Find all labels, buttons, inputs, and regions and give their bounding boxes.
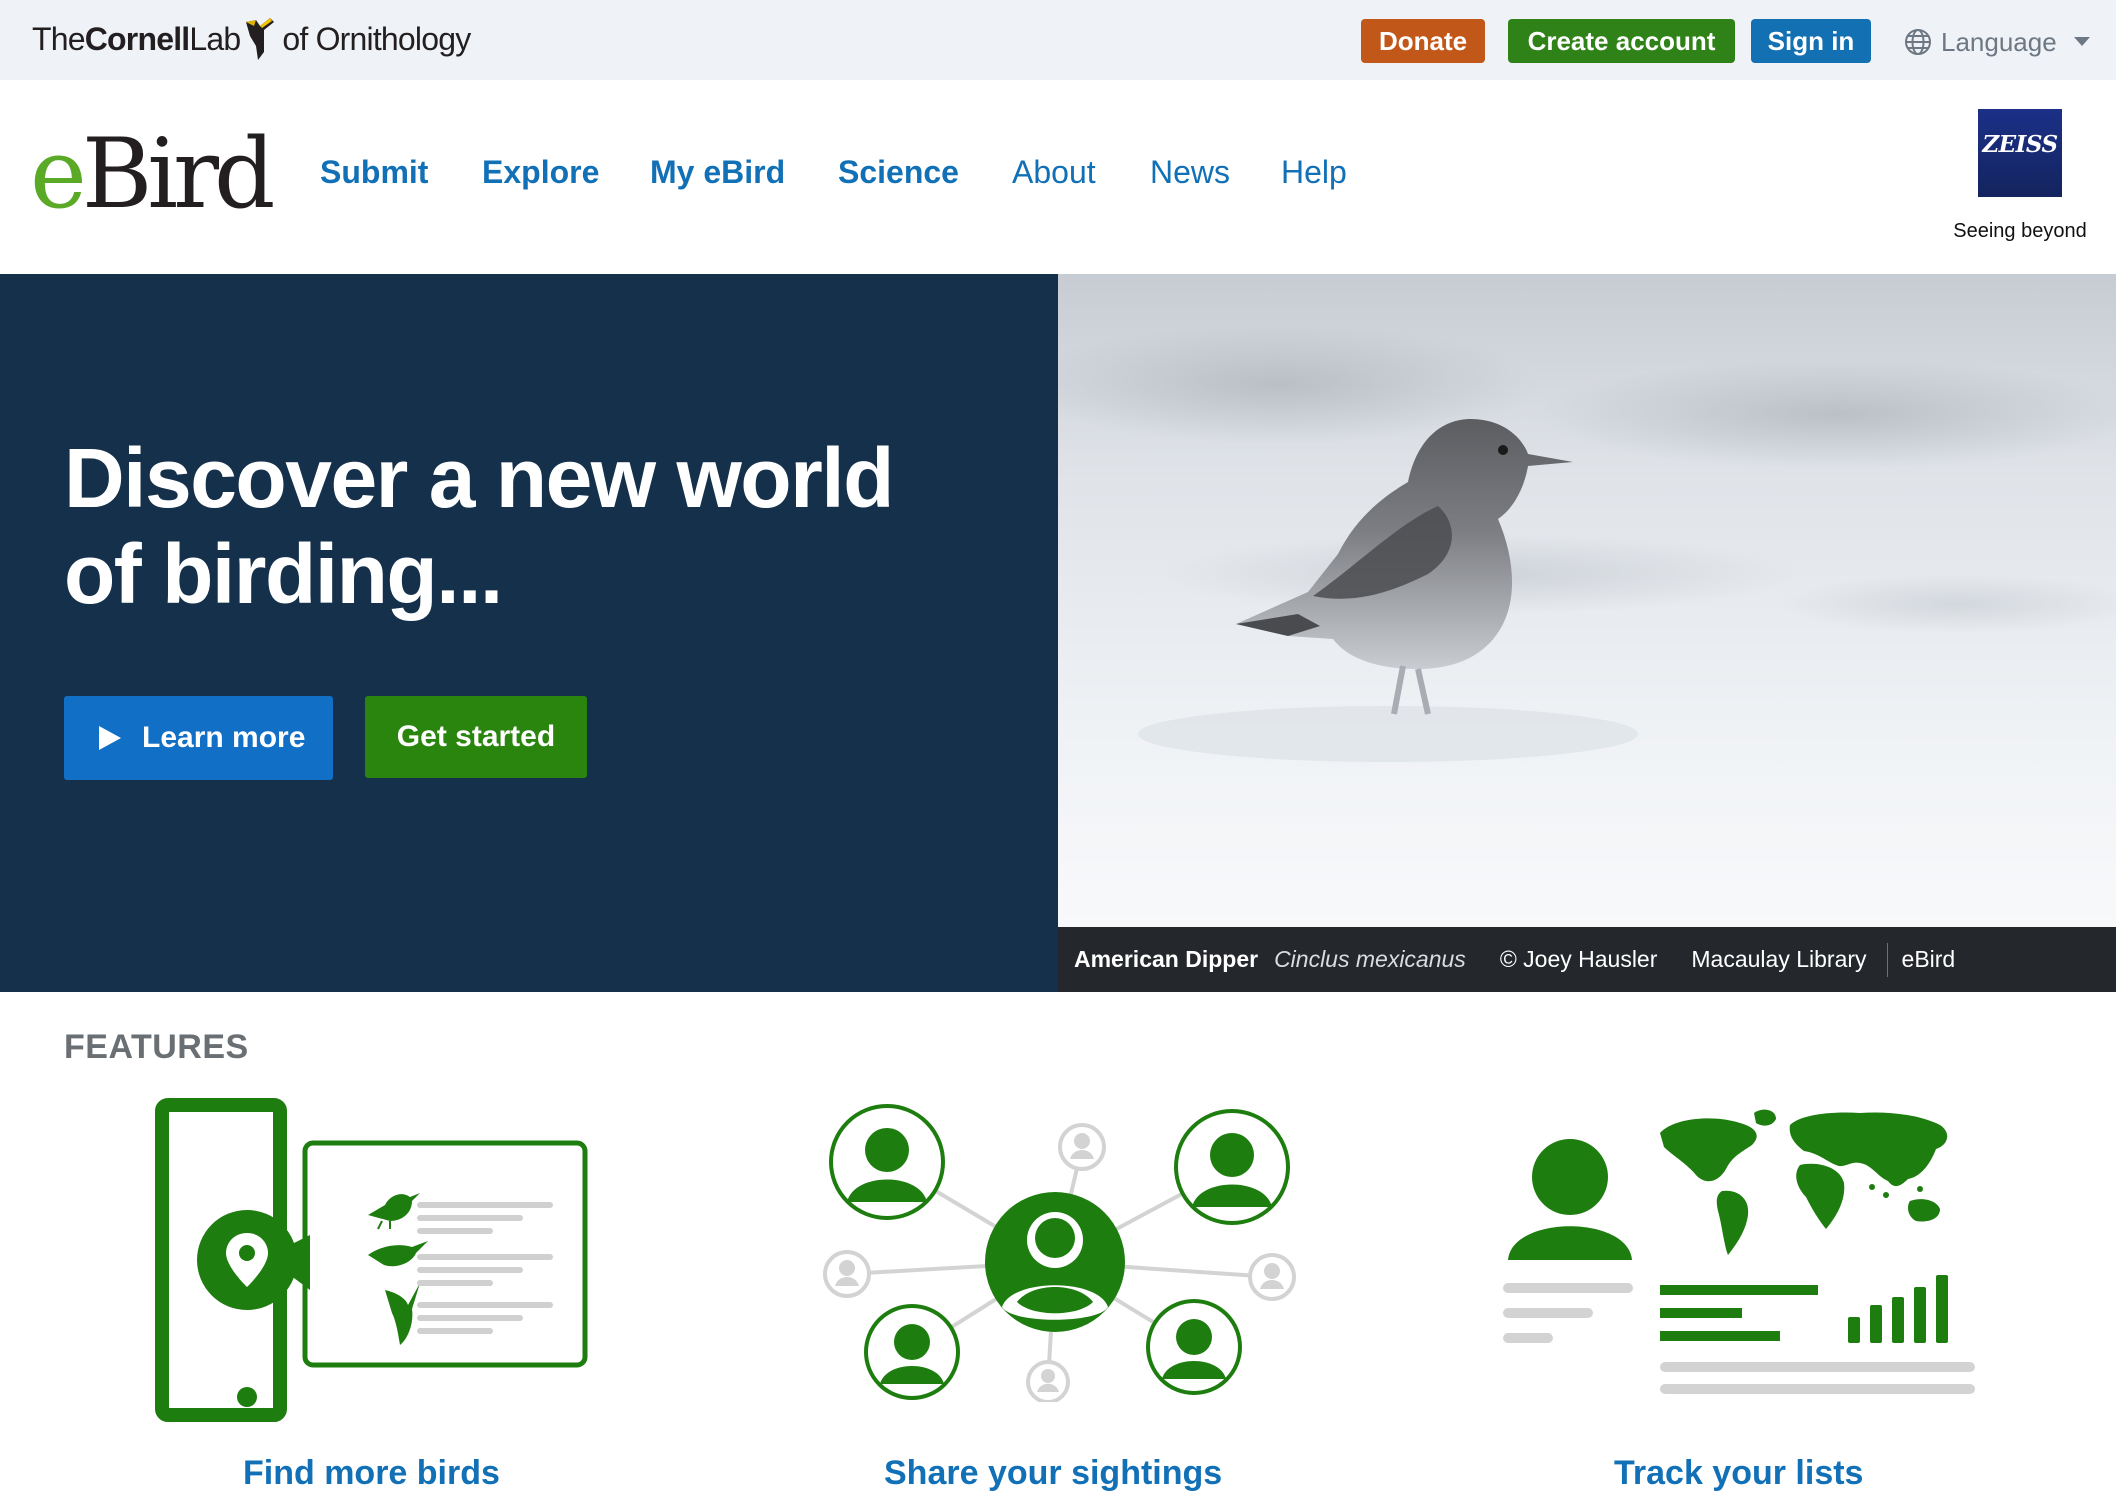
cornell-lab-logo[interactable]: The Cornell Lab of Ornithology (32, 14, 471, 64)
nav-science[interactable]: Science (838, 156, 959, 188)
caption-common-name[interactable]: American Dipper (1074, 946, 1258, 973)
caption-credit: © Joey Hausler (1499, 946, 1658, 972)
zeiss-tagline: Seeing beyond (1953, 220, 2087, 242)
user-icon (1174, 1109, 1290, 1225)
create-account-button[interactable]: Create account (1508, 19, 1735, 63)
site-header: eBird Submit Explore My eBird Science Ab… (0, 80, 2116, 274)
learn-more-button[interactable]: Learn more (64, 696, 333, 780)
nav-submit[interactable]: Submit (320, 156, 428, 188)
feature-track-lists-link[interactable]: Track your lists (1614, 1454, 1863, 1493)
caption-library[interactable]: Macaulay Library (1691, 946, 1866, 973)
chevron-down-icon (2073, 37, 2090, 46)
ebird-logo-e: e (30, 118, 87, 230)
features-heading: FEATURES (64, 1028, 249, 1066)
hero-panel: Discover a new world of birding... Learn… (0, 274, 1058, 992)
user-icon (1508, 1139, 1632, 1260)
location-pin-icon (197, 1210, 310, 1310)
logo-text-lab: Lab (189, 20, 241, 57)
feature-find-birds-link[interactable]: Find more birds (243, 1454, 500, 1493)
utility-bar: The Cornell Lab of Ornithology Donate Crea… (0, 0, 2116, 80)
cornell-bird-icon (246, 18, 275, 60)
logo-text-of-ornithology: of Ornithology (282, 20, 471, 57)
sign-in-button[interactable]: Sign in (1751, 19, 1871, 63)
nav-news[interactable]: News (1150, 156, 1230, 188)
play-icon (99, 726, 121, 750)
caption-divider (1886, 942, 1888, 977)
logo-text-the: The (32, 20, 86, 57)
nav-help[interactable]: Help (1281, 156, 1347, 188)
language-label: Language (1941, 26, 2057, 57)
logo-text-cornell: Cornell (84, 20, 190, 57)
share-sightings-illustration (823, 1104, 1296, 1402)
hero-title: Discover a new world of birding... (64, 431, 894, 621)
zeiss-logo[interactable]: ZEISS (1978, 109, 2062, 197)
caption-scientific-name: Cinclus mexicanus (1274, 946, 1466, 972)
user-icon (1146, 1299, 1242, 1395)
hero-photo (1058, 274, 2116, 927)
american-dipper-photo (1058, 324, 2116, 762)
user-icon (829, 1104, 945, 1220)
feature-share-sightings-link[interactable]: Share your sightings (884, 1454, 1222, 1493)
language-selector[interactable]: Language (1903, 22, 2099, 62)
bar-chart-icon (1848, 1275, 1948, 1343)
zeiss-logo-text: ZEISS (1982, 131, 2058, 158)
nav-about[interactable]: About (1012, 156, 1096, 188)
phone-button-icon (237, 1387, 257, 1407)
caption-source[interactable]: eBird (1902, 946, 1956, 973)
language-globe-icon (1905, 29, 1931, 55)
user-icon (864, 1304, 960, 1400)
user-icon (985, 1192, 1125, 1332)
ebird-logo-bird: Bird (81, 118, 276, 230)
get-started-button[interactable]: Get started (365, 696, 587, 778)
donate-button[interactable]: Donate (1361, 19, 1485, 63)
ebird-logo[interactable]: eBird (30, 126, 275, 222)
find-birds-illustration (155, 1098, 588, 1422)
nav-explore[interactable]: Explore (482, 156, 599, 188)
nav-my-ebird[interactable]: My eBird (650, 156, 785, 188)
track-lists-illustration (1503, 1109, 1975, 1394)
learn-more-label: Learn more (142, 721, 306, 754)
photo-caption: American Dipper Cinclus mexicanus © Joey… (1058, 927, 2116, 992)
world-map-icon (1660, 1109, 1948, 1255)
